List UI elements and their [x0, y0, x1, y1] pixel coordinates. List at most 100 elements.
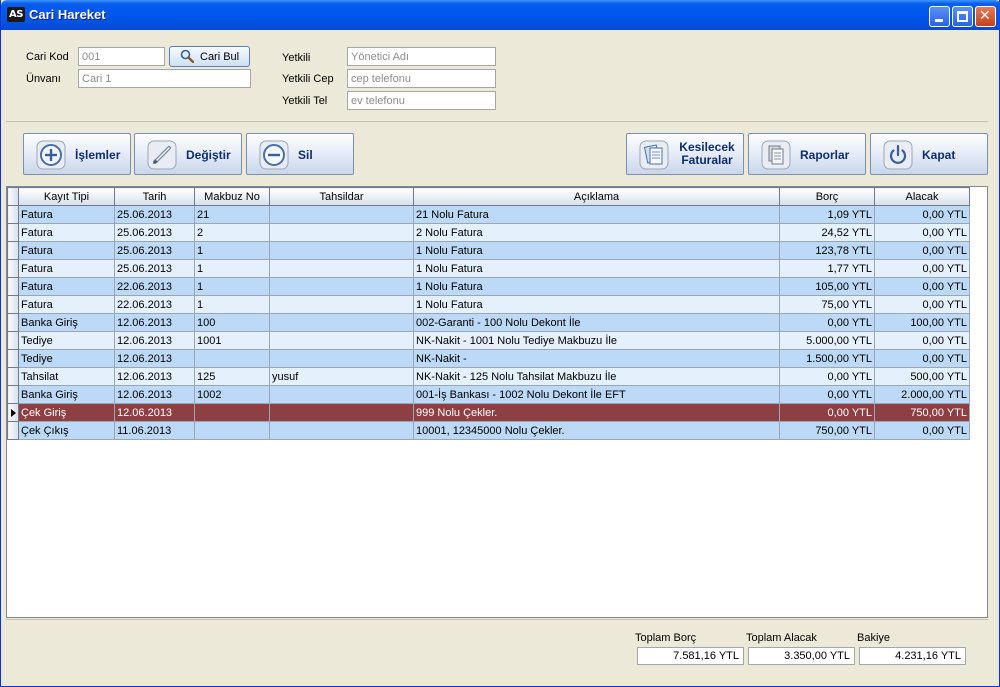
- table-cell[interactable]: 21: [194, 205, 270, 224]
- table-cell[interactable]: 2.000,00 YTL: [874, 385, 970, 404]
- row-header[interactable]: [7, 241, 19, 260]
- table-row[interactable]: Tahsilat 12.06.2013 125 yusuf NK-Nakit - 125…: [7, 367, 970, 386]
- row-header[interactable]: [7, 421, 19, 440]
- table-cell[interactable]: [269, 241, 414, 260]
- table-cell[interactable]: [269, 385, 414, 404]
- table-cell[interactable]: [194, 403, 270, 422]
- minimize-button[interactable]: [929, 6, 950, 27]
- table-row[interactable]: Fatura 25.06.2013 1 1 Nolu Fatura 1,77 YTL 0,…: [7, 259, 970, 278]
- table-cell[interactable]: 1 Nolu Fatura: [413, 277, 780, 296]
- yetkili-cep-input[interactable]: [347, 69, 496, 88]
- table-cell[interactable]: [269, 205, 414, 224]
- table-cell[interactable]: 100: [194, 313, 270, 332]
- islemler-button[interactable]: İşlemler: [23, 133, 131, 175]
- table-cell[interactable]: 002-Garanti - 100 Nolu Dekont İle: [413, 313, 780, 332]
- table-cell[interactable]: Fatura: [18, 295, 115, 314]
- table-cell[interactable]: 1,77 YTL: [779, 259, 875, 278]
- column-header-kayit-tipi[interactable]: Kayıt Tipi: [18, 187, 115, 206]
- table-cell[interactable]: 001-İş Bankası - 1002 Nolu Dekont İle EF…: [413, 385, 780, 404]
- table-cell[interactable]: [269, 223, 414, 242]
- table-cell[interactable]: 24,52 YTL: [779, 223, 875, 242]
- table-cell[interactable]: NK-Nakit - 1001 Nolu Tediye Makbuzu İle: [413, 331, 780, 350]
- table-row[interactable]: Çek Giriş 12.06.2013 999 Nolu Çekler. 0,00 …: [7, 403, 970, 422]
- table-cell[interactable]: 12.06.2013: [114, 331, 195, 350]
- column-header-tarih[interactable]: Tarih: [114, 187, 195, 206]
- row-header[interactable]: [7, 313, 19, 332]
- table-cell[interactable]: 1 Nolu Fatura: [413, 259, 780, 278]
- table-cell[interactable]: 0,00 YTL: [874, 205, 970, 224]
- row-header[interactable]: [7, 205, 19, 224]
- row-header[interactable]: [7, 349, 19, 368]
- table-cell[interactable]: 123,78 YTL: [779, 241, 875, 260]
- table-cell[interactable]: 0,00 YTL: [874, 421, 970, 440]
- table-cell[interactable]: 2: [194, 223, 270, 242]
- table-cell[interactable]: Fatura: [18, 223, 115, 242]
- table-cell[interactable]: 0,00 YTL: [874, 241, 970, 260]
- table-cell[interactable]: Tahsilat: [18, 367, 115, 386]
- table-cell[interactable]: [194, 349, 270, 368]
- table-cell[interactable]: 750,00 YTL: [779, 421, 875, 440]
- table-cell[interactable]: 12.06.2013: [114, 385, 195, 404]
- table-cell[interactable]: Fatura: [18, 205, 115, 224]
- table-cell[interactable]: 1 Nolu Fatura: [413, 295, 780, 314]
- table-cell[interactable]: 10001, 12345000 Nolu Çekler.: [413, 421, 780, 440]
- table-cell[interactable]: 25.06.2013: [114, 223, 195, 242]
- table-cell[interactable]: 25.06.2013: [114, 241, 195, 260]
- table-cell[interactable]: Fatura: [18, 259, 115, 278]
- table-row[interactable]: Fatura 25.06.2013 1 1 Nolu Fatura 123,78 YTL…: [7, 241, 970, 260]
- table-cell[interactable]: 1,09 YTL: [779, 205, 875, 224]
- row-header[interactable]: [7, 385, 19, 404]
- table-cell[interactable]: 25.06.2013: [114, 259, 195, 278]
- table-cell[interactable]: 0,00 YTL: [779, 403, 875, 422]
- table-cell[interactable]: NK-Nakit - 125 Nolu Tahsilat Makbuzu İle: [413, 367, 780, 386]
- table-row[interactable]: Tediye 12.06.2013 1001 NK-Nakit - 1001 Nolu…: [7, 331, 970, 350]
- degistir-button[interactable]: Değiştir: [134, 133, 242, 175]
- table-cell[interactable]: 105,00 YTL: [779, 277, 875, 296]
- raporlar-button[interactable]: Raporlar: [748, 133, 866, 175]
- table-cell[interactable]: 0,00 YTL: [874, 331, 970, 350]
- unvan-input[interactable]: [78, 69, 251, 88]
- table-cell[interactable]: [269, 295, 414, 314]
- table-row[interactable]: Banka Giriş 12.06.2013 1002 001-İş Bankası …: [7, 385, 970, 404]
- table-row[interactable]: Fatura 22.06.2013 1 1 Nolu Fatura 105,00 YTL…: [7, 277, 970, 296]
- yetkili-tel-input[interactable]: [347, 91, 496, 110]
- row-header[interactable]: [7, 367, 19, 386]
- table-cell[interactable]: 1002: [194, 385, 270, 404]
- table-cell[interactable]: Tediye: [18, 331, 115, 350]
- row-header[interactable]: [7, 403, 19, 422]
- table-cell[interactable]: 21 Nolu Fatura: [413, 205, 780, 224]
- table-cell[interactable]: [269, 421, 414, 440]
- table-cell[interactable]: Banka Giriş: [18, 313, 115, 332]
- maximize-button[interactable]: [952, 6, 973, 27]
- table-cell[interactable]: 22.06.2013: [114, 295, 195, 314]
- table-cell[interactable]: 12.06.2013: [114, 367, 195, 386]
- table-row[interactable]: Fatura 25.06.2013 21 21 Nolu Fatura 1,09 YTL…: [7, 205, 970, 224]
- table-cell[interactable]: 0,00 YTL: [874, 349, 970, 368]
- column-header-borc[interactable]: Borç: [779, 187, 875, 206]
- row-header[interactable]: [7, 223, 19, 242]
- table-cell[interactable]: [269, 349, 414, 368]
- table-cell[interactable]: 12.06.2013: [114, 349, 195, 368]
- table-cell[interactable]: 1: [194, 295, 270, 314]
- table-cell[interactable]: Banka Giriş: [18, 385, 115, 404]
- table-cell[interactable]: 25.06.2013: [114, 205, 195, 224]
- table-row[interactable]: Fatura 22.06.2013 1 1 Nolu Fatura 75,00 YTL 0…: [7, 295, 970, 314]
- table-cell[interactable]: Fatura: [18, 277, 115, 296]
- table-cell[interactable]: 0,00 YTL: [874, 295, 970, 314]
- table-cell[interactable]: Fatura: [18, 241, 115, 260]
- yetkili-input[interactable]: [347, 47, 496, 66]
- table-cell[interactable]: 0,00 YTL: [779, 313, 875, 332]
- table-cell[interactable]: 125: [194, 367, 270, 386]
- cari-bul-button[interactable]: Cari Bul: [169, 46, 250, 67]
- kesilecek-faturalar-button[interactable]: Kesilecek Faturalar: [626, 133, 744, 175]
- row-header[interactable]: [7, 259, 19, 278]
- table-row[interactable]: Tediye 12.06.2013 NK-Nakit -1.500,00 YTL 0,…: [7, 349, 970, 368]
- column-header-alacak[interactable]: Alacak: [874, 187, 970, 206]
- table-cell[interactable]: [194, 421, 270, 440]
- table-cell[interactable]: 1001: [194, 331, 270, 350]
- table-cell[interactable]: Çek Giriş: [18, 403, 115, 422]
- table-row[interactable]: Fatura 25.06.2013 2 2 Nolu Fatura 24,52 YTL 0…: [7, 223, 970, 242]
- table-cell[interactable]: 5.000,00 YTL: [779, 331, 875, 350]
- table-cell[interactable]: 100,00 YTL: [874, 313, 970, 332]
- table-cell[interactable]: [269, 259, 414, 278]
